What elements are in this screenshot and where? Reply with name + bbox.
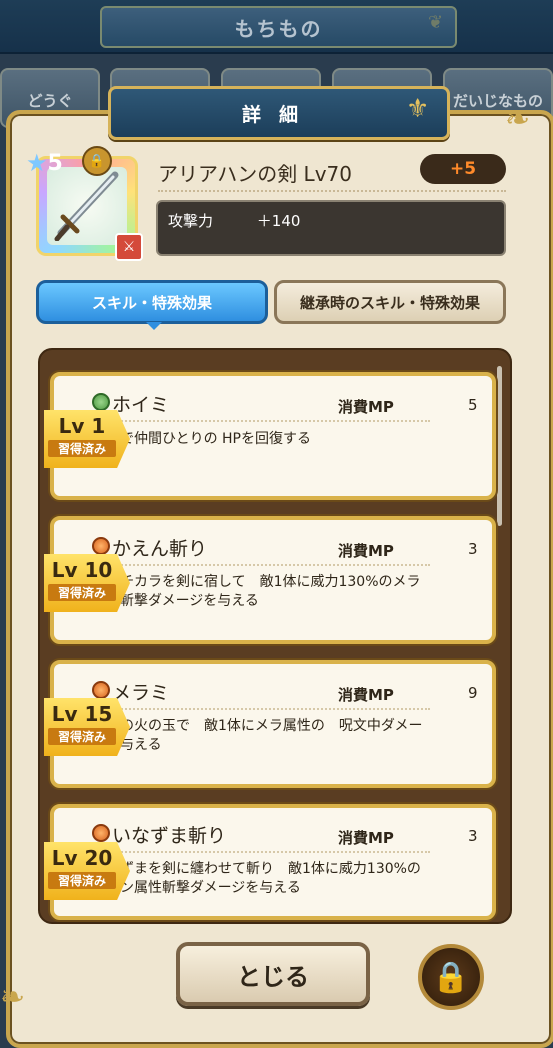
level-label: Lv 15 [51,702,113,726]
ornament-icon: ❦ [428,12,444,33]
level-label: Lv 10 [51,558,113,582]
stat-label: 攻撃力 [168,212,214,230]
fire-icon [92,681,110,699]
fire-icon [92,537,110,555]
mp-label: 消費MP [338,398,394,416]
divider [158,190,506,192]
divider [90,708,430,710]
mp-value: 3 [468,827,478,845]
sword-type-icon: ⚔ [115,233,143,261]
corner-ornament-icon: ❧ [505,102,531,137]
tab-pointer [146,322,162,330]
rarity-value: 5 [47,150,63,176]
level-tag: Lv 1 習得済み [44,410,130,468]
mp-value: 5 [468,396,478,414]
tab-skills[interactable]: スキル・特殊効果 [36,280,268,324]
lock-button[interactable]: 🔒 [418,944,484,1010]
stat-value: ＋140 [256,212,301,230]
level-label: Lv 20 [51,846,113,870]
dialog-title: 詳細 [108,86,450,140]
learned-label: 習得済み [48,584,116,601]
level-tag: Lv 10 習得済み [44,554,130,612]
top-bar: ❦ もちもの ❦ [0,0,553,54]
skill-name: かえん斬り [112,538,208,560]
star-icon: ★ [26,149,48,177]
fire-icon [92,824,110,842]
corner-ornament-icon: ❧ [0,980,26,1015]
skill-name: いなずま斬り [112,825,227,847]
scrollbar[interactable] [497,366,502,526]
plus-badge: +5 [420,154,506,184]
divider [90,564,430,566]
screen-title: もちもの [100,6,457,48]
level-label: Lv 1 [58,414,106,438]
mp-value: 3 [468,540,478,558]
skill-description: いなずまを剣に纏わせて斬り 敵1体に威力130%のデイン属性斬撃ダメージを与える [92,861,421,896]
rarity-badge: ★ 5 [26,146,78,180]
lock-icon: 🔒 [82,146,112,176]
close-button[interactable]: とじる [176,942,370,1006]
skill-description: 呪文で仲間ひとりの HPを回復する [92,431,311,447]
mp-value: 9 [468,684,478,702]
divider [90,420,430,422]
level-tag: Lv 15 習得済み [44,698,130,756]
item-name: アリアハンの剣 Lv70 [158,162,352,186]
mp-label: 消費MP [338,829,394,847]
learned-label: 習得済み [48,872,116,889]
level-tag: Lv 20 習得済み [44,842,130,900]
learned-label: 習得済み [48,440,116,457]
mp-label: 消費MP [338,542,394,560]
skill-name: ホイミ [112,394,170,416]
heal-icon [92,393,110,411]
lock-icon: 🔒 [432,959,470,995]
learned-label: 習得済み [48,728,116,745]
skill-name: メラミ [112,682,170,704]
skill-description: 複数の火の玉で 敵1体にメラ属性の 呪文中ダメージを与える [92,718,423,753]
stat-box: 攻撃力 ＋140 [156,200,506,256]
ornament-icon: ⚜ [406,94,430,124]
divider [90,851,430,853]
tab-inherited-skills[interactable]: 継承時のスキル・特殊効果 [274,280,506,324]
skill-description: 炎のチカラを剣に宿して 敵1体に威力130%のメラ属性斬撃ダメージを与える [92,574,421,609]
mp-label: 消費MP [338,686,394,704]
